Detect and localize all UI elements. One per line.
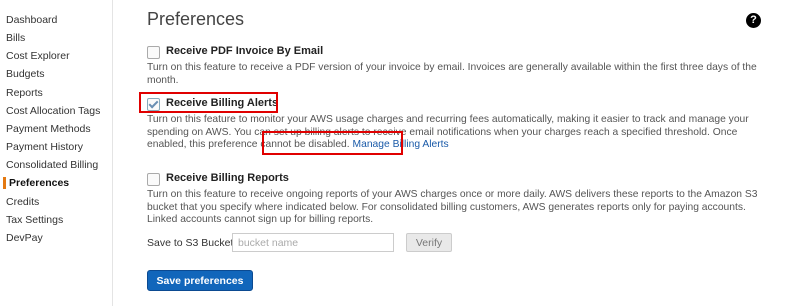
billing-reports-description: Turn on this feature to receive ongoing … [147, 189, 758, 225]
s3-bucket-label: Save to S3 Bucket: [147, 237, 237, 249]
sidebar-item-budgets[interactable]: Budgets [6, 68, 45, 80]
sidebar-item-reports[interactable]: Reports [6, 87, 43, 99]
sidebar-item-payment-history[interactable]: Payment History [6, 141, 83, 153]
page-title: Preferences [147, 9, 245, 29]
pdf-invoice-description: Turn on this feature to receive a PDF ve… [147, 62, 757, 86]
sidebar-item-dashboard[interactable]: Dashboard [6, 14, 57, 26]
pref-pdf-invoice: Receive PDF Invoice By Email Turn on thi… [147, 45, 765, 86]
sidebar-item-devpay[interactable]: DevPay [6, 232, 43, 244]
pdf-invoice-label: Receive PDF Invoice By Email [166, 45, 324, 57]
verify-button[interactable]: Verify [406, 233, 452, 252]
save-preferences-button[interactable]: Save preferences [147, 270, 253, 291]
billing-reports-label: Receive Billing Reports [166, 172, 289, 184]
highlight-manage-billing-alerts [262, 131, 403, 155]
sidebar-nav: Dashboard Bills Cost Explorer Budgets Re… [0, 0, 113, 306]
sidebar-item-cost-explorer[interactable]: Cost Explorer [6, 50, 70, 62]
sidebar-item-cost-allocation-tags[interactable]: Cost Allocation Tags [6, 105, 100, 117]
sidebar-item-payment-methods[interactable]: Payment Methods [6, 123, 91, 135]
highlight-billing-alerts-label [139, 92, 278, 113]
billing-reports-checkbox[interactable] [147, 173, 160, 186]
sidebar-item-tax-settings[interactable]: Tax Settings [6, 214, 63, 226]
sidebar-item-preferences[interactable]: Preferences [3, 177, 69, 189]
sidebar-item-consolidated-billing[interactable]: Consolidated Billing [6, 159, 98, 171]
pref-billing-reports: Receive Billing Reports Turn on this fea… [147, 172, 765, 232]
billing-alerts-description: Turn on this feature to monitor your AWS… [147, 114, 765, 152]
sidebar-item-credits[interactable]: Credits [6, 196, 39, 208]
sidebar-item-bills[interactable]: Bills [6, 32, 25, 44]
pdf-invoice-checkbox[interactable] [147, 46, 160, 59]
s3-bucket-input[interactable] [232, 233, 394, 252]
main-content: Preferences ? Receive PDF Invoice By Ema… [112, 0, 800, 306]
question-circle-icon[interactable]: ? [746, 13, 761, 28]
